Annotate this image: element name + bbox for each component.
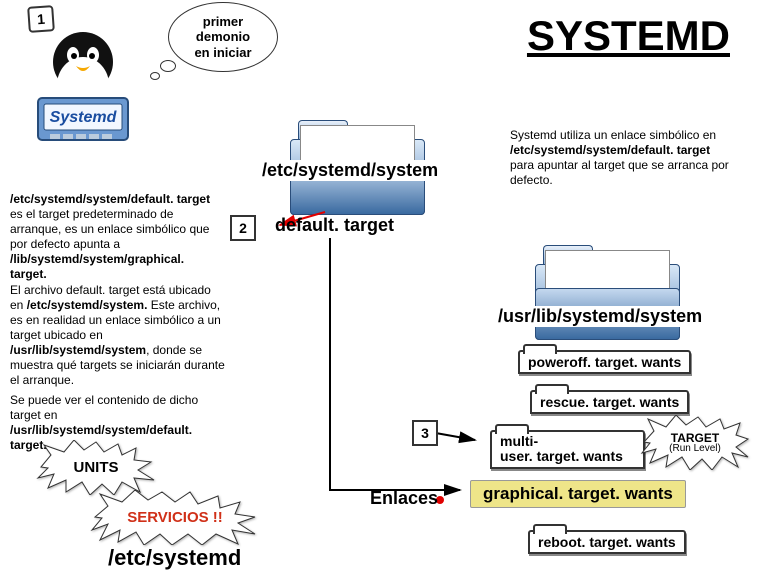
thought-dot-icon — [160, 60, 176, 72]
etc-systemd-label: /etc/systemd — [108, 545, 241, 571]
note-text: /etc/systemd/system. — [27, 298, 148, 312]
thought-dot-icon — [150, 72, 160, 80]
enlaces-label: Enlaces — [370, 488, 438, 509]
burst-text: TARGET — [669, 432, 721, 444]
file-multiuser: multi- user. target. wants — [490, 430, 645, 469]
burst-text: SERVICIOS !! — [127, 509, 223, 526]
note-text: para apuntar al target que se arranca po… — [510, 158, 729, 187]
step-badge-2: 2 — [230, 215, 256, 241]
default-target-label: default. target — [275, 215, 394, 236]
note-default-target: Systemd utiliza un enlace simbólico en /… — [510, 128, 745, 188]
page-title: SYSTEMD — [527, 12, 730, 60]
burst-text: (Run Level) — [669, 444, 721, 454]
thought-text: primer demonio en iniciar — [194, 14, 251, 61]
thought-bubble: primer demonio en iniciar — [168, 2, 278, 72]
note-left-2: El archivo default. target está ubicado … — [10, 283, 225, 388]
burst-text: TARGET (Run Level) — [669, 432, 721, 454]
penguin-icon: Systemd — [18, 20, 148, 150]
note-text: /lib/systemd/system/graphical. target. — [10, 252, 184, 281]
svg-text:Systemd: Systemd — [50, 109, 118, 126]
note-text: /usr/lib/systemd/system — [10, 343, 146, 357]
file-rescue: rescue. target. wants — [530, 390, 689, 414]
note-text: /etc/systemd/system/default. target — [10, 192, 210, 206]
file-reboot: reboot. target. wants — [528, 530, 686, 554]
note-left-1: /etc/systemd/system/default. target es e… — [10, 192, 220, 282]
file-text: multi- — [500, 434, 635, 449]
burst-text: UNITS — [74, 459, 119, 476]
file-text: user. target. wants — [500, 449, 635, 464]
burst-units: UNITS — [36, 440, 156, 495]
note-text: Se puede ver el contenido de dicho targe… — [10, 393, 198, 422]
note-text: /etc/systemd/system/default. target — [510, 143, 710, 157]
folder-label-usrlib: /usr/lib/systemd/system — [498, 306, 702, 327]
burst-servicios: SERVICIOS !! — [90, 490, 260, 545]
folder-label-etc: /etc/systemd/system — [260, 160, 440, 181]
file-graphical: graphical. target. wants — [470, 480, 686, 508]
tux-systemd-icon: Systemd — [18, 20, 148, 150]
note-text: Systemd utiliza un enlace simbólico en — [510, 128, 716, 142]
note-text: es el target predeterminado de arranque,… — [10, 207, 209, 251]
step-badge-3: 3 — [412, 420, 438, 446]
file-poweroff: poweroff. target. wants — [518, 350, 691, 374]
burst-target: TARGET (Run Level) — [640, 415, 750, 470]
